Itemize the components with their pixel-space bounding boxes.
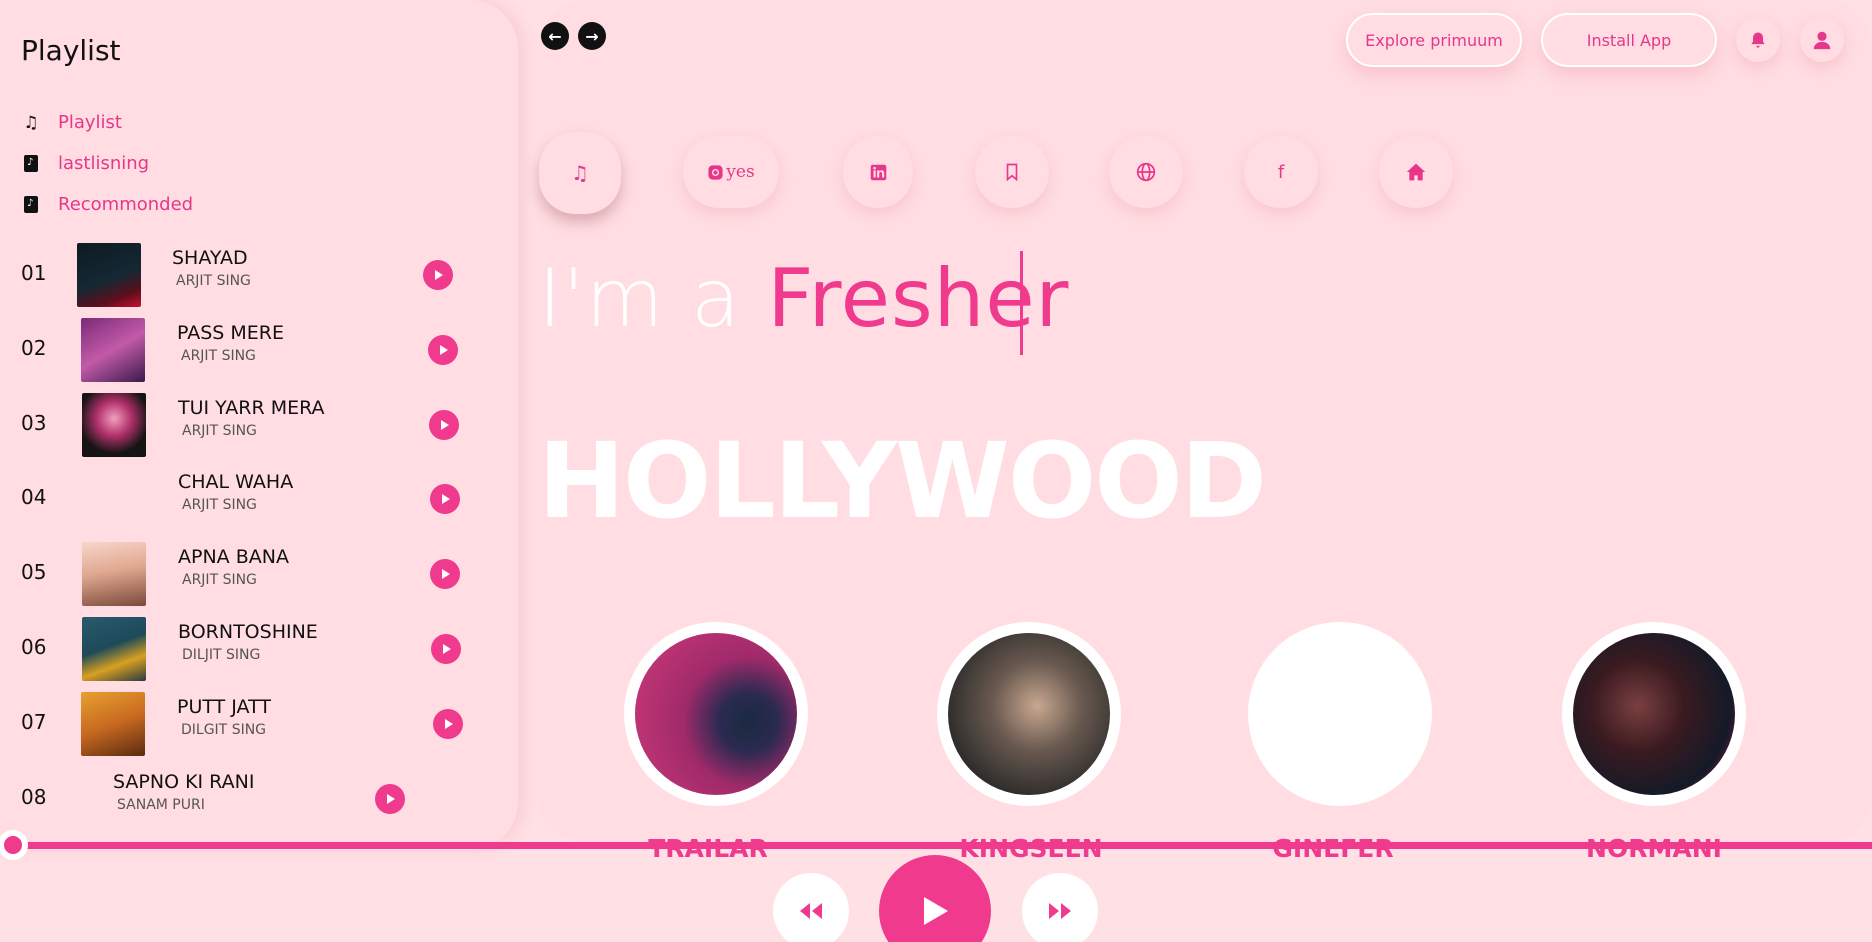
nav-item-lastlisning[interactable]: lastlisning [21, 153, 149, 174]
song-title: BORNTOSHINE [178, 621, 318, 643]
linkedin-icon[interactable] [843, 136, 913, 208]
song-number: 03 [21, 411, 47, 435]
song-artist: ARJIT SING [182, 497, 257, 513]
nav-item-label: Recommonded [58, 194, 194, 215]
song-title: PASS MERE [177, 322, 285, 344]
instagram-button[interactable]: yes [683, 136, 779, 208]
play-icon[interactable] [433, 709, 463, 739]
play-icon [924, 897, 948, 925]
instagram-icon [708, 164, 723, 180]
bookmark-icon[interactable] [975, 136, 1049, 208]
song-cover [82, 393, 146, 457]
play-icon[interactable] [429, 410, 459, 440]
song-artist: DILJIT SING [182, 647, 261, 663]
song-artist: ARJIT SING [181, 348, 256, 364]
play-icon[interactable] [431, 634, 461, 664]
music-note-icon: ♫ [23, 112, 39, 133]
song-artist: ARJIT SING [176, 273, 251, 289]
song-row[interactable]: 02 PASS MERE ARJIT SING [0, 314, 518, 386]
song-cover [77, 243, 141, 307]
fast-forward-button[interactable] [1022, 873, 1098, 942]
sidebar-title: Playlist [21, 34, 121, 67]
artist-card[interactable] [1562, 622, 1746, 806]
install-app-button[interactable]: Install App [1541, 13, 1717, 67]
nav-item-label: Playlist [58, 112, 122, 133]
nav-item-playlist[interactable]: ♫ Playlist [21, 112, 122, 133]
nav-item-label: lastlisning [58, 153, 150, 174]
forward-arrow-icon[interactable]: → [578, 22, 606, 50]
play-icon[interactable] [430, 484, 460, 514]
song-title: APNA BANA [178, 546, 289, 568]
typing-caret [1020, 251, 1023, 355]
music-file-icon [21, 154, 41, 174]
song-number: 05 [21, 560, 47, 584]
artist-photo [635, 633, 797, 795]
song-cover [81, 692, 145, 756]
song-artist: SANAM PURI [117, 797, 205, 813]
back-arrow-icon[interactable]: ← [541, 22, 569, 50]
song-cover [82, 542, 146, 606]
rewind-button[interactable] [773, 873, 849, 942]
song-row[interactable]: 06 BORNTOSHINE DILJIT SING [0, 613, 518, 685]
song-title: CHAL WAHA [178, 471, 294, 493]
song-artist: ARJIT SING [182, 423, 257, 439]
song-row[interactable]: 03 TUI YARR MERA ARJIT SING [0, 389, 518, 461]
song-cover [82, 617, 146, 681]
song-number: 08 [21, 785, 47, 809]
nav-item-recommonded[interactable]: Recommonded [21, 194, 193, 215]
artist-photo [1259, 633, 1421, 795]
globe-icon[interactable] [1109, 136, 1183, 208]
song-number: 04 [21, 485, 47, 509]
artist-card[interactable] [624, 622, 808, 806]
play-icon[interactable] [428, 335, 458, 365]
playlist-sidebar: Playlist ♫ Playlist lastlisning Recommon… [0, 0, 518, 850]
play-icon[interactable] [430, 559, 460, 589]
song-title: TUI YARR MERA [178, 397, 325, 419]
play-button[interactable] [879, 855, 991, 942]
song-number: 06 [21, 635, 47, 659]
song-number: 01 [21, 261, 47, 285]
song-number: 02 [21, 336, 47, 360]
bell-icon[interactable] [1736, 18, 1780, 62]
song-row[interactable]: 05 APNA BANA ARJIT SING [0, 538, 518, 610]
song-title: SHAYAD [172, 247, 248, 269]
song-row[interactable]: 01 SHAYAD ARJIT SING [0, 239, 518, 311]
facebook-icon[interactable]: f [1244, 136, 1318, 208]
song-title: PUTT JATT [177, 696, 271, 718]
rewind-icon [800, 903, 822, 919]
song-title: SAPNO KI RANI [113, 771, 255, 793]
artist-photo [1573, 633, 1735, 795]
play-icon[interactable] [375, 784, 405, 814]
hero-headline: I'm a Fresher [538, 252, 1069, 345]
song-row[interactable]: 08 SAPNO KI RANI SANAM PURI [0, 763, 518, 835]
music-file-icon [21, 195, 41, 215]
song-number: 07 [21, 710, 47, 734]
explore-premium-button[interactable]: Explore primuum [1346, 13, 1522, 67]
music-note-icon[interactable]: ♫ [539, 132, 621, 214]
hero-big-word: HOLLYWOOD [538, 420, 1267, 542]
artist-photo [948, 633, 1110, 795]
play-icon[interactable] [423, 260, 453, 290]
hero-prefix: I'm a [538, 252, 768, 345]
song-row[interactable]: 04 CHAL WAHA ARJIT SING [0, 463, 518, 535]
song-row[interactable]: 07 PUTT JATT DILGIT SING [0, 688, 518, 760]
progress-knob[interactable] [0, 830, 28, 860]
song-artist: ARJIT SING [182, 572, 257, 588]
instagram-label: yes [726, 162, 755, 182]
fast-forward-icon [1049, 903, 1071, 919]
song-cover [81, 318, 145, 382]
home-icon[interactable] [1379, 136, 1453, 208]
artist-card[interactable] [937, 622, 1121, 806]
progress-track[interactable] [0, 842, 1872, 849]
user-icon[interactable] [1800, 18, 1844, 62]
song-artist: DILGIT SING [181, 722, 267, 738]
artist-card[interactable] [1248, 622, 1432, 806]
hero-accent: Fresher [767, 252, 1070, 345]
